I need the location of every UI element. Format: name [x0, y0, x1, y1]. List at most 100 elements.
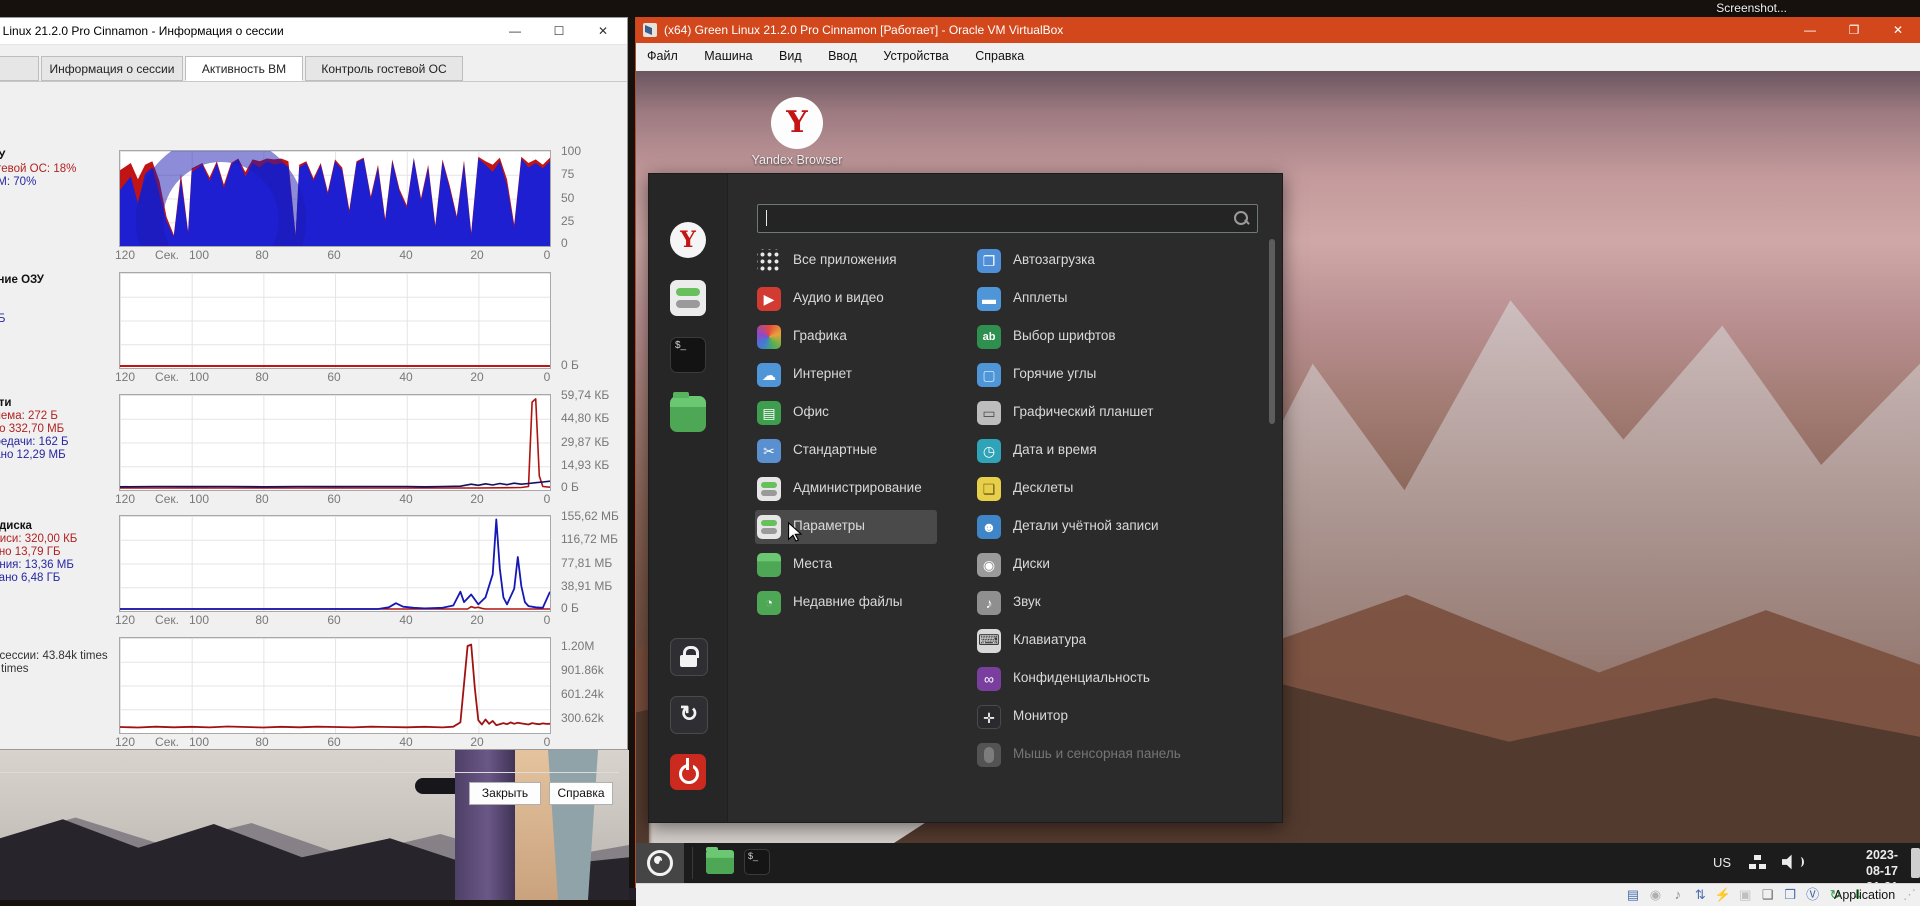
all-apps-grid-icon: [757, 249, 781, 273]
app-hot-corners[interactable]: ▢ Горячие углы: [975, 358, 1265, 392]
category-recent-files[interactable]: ◔ Недавние файлы: [755, 586, 937, 620]
audio-video-icon: ▶: [757, 287, 781, 311]
privacy-mask-icon: ∞: [977, 667, 1001, 691]
close-button[interactable]: ✕: [1876, 17, 1920, 43]
menu-help[interactable]: Справка: [964, 43, 1035, 63]
minimize-button[interactable]: —: [495, 18, 535, 44]
shared-folders-icon[interactable]: ▣: [1736, 884, 1754, 905]
show-desktop-edge[interactable]: [1911, 848, 1920, 878]
vm-titlebar[interactable]: (x64) Green Linux 21.2.0 Pro Cinnamon [Р…: [636, 17, 1920, 43]
clock-applet[interactable]: 2023-08-17 21:31: [1866, 847, 1898, 883]
cinnamon-menu-button[interactable]: [636, 843, 684, 883]
minimize-button[interactable]: —: [1788, 17, 1832, 43]
cpu-metrics-title: Загрузка ЦПУ: [0, 150, 6, 162]
office-icon: ▤: [757, 401, 781, 425]
category-internet[interactable]: ☁ Интернет: [755, 358, 937, 392]
maximize-button[interactable]: ❐: [1832, 17, 1876, 43]
tab-session-info[interactable]: Информация о сессии: [41, 56, 183, 81]
app-date-time[interactable]: ◷ Дата и время: [975, 434, 1265, 468]
category-graphics[interactable]: Графика: [755, 320, 937, 354]
category-accessories[interactable]: ✂ Стандартные: [755, 434, 937, 468]
files-icon[interactable]: [670, 392, 706, 432]
optical-disk-icon[interactable]: ◉: [1646, 884, 1664, 905]
recent-files-icon: ◔: [757, 591, 781, 615]
terminal-launcher-icon[interactable]: $_: [744, 849, 770, 875]
network-tray-icon[interactable]: [1749, 855, 1766, 870]
network-adapter-icon[interactable]: ⇅: [1691, 884, 1709, 905]
menu-view[interactable]: Вид: [768, 43, 813, 63]
vm-statusbar: ▤ ◉ ♪ ⇅ ⚡ ▣ ❑ ❒ Ⓥ ↻ ⇓ Application ⋰: [636, 883, 1920, 906]
display-icon[interactable]: ❑: [1759, 884, 1777, 905]
vm-menubar: Файл Машина Вид Ввод Устройства Справка: [636, 43, 1920, 72]
search-icon: [1234, 211, 1248, 225]
app-desklets[interactable]: ❏ Десклеты: [975, 472, 1265, 506]
sound-icon: ♪: [977, 591, 1001, 615]
system-settings-icon[interactable]: [670, 280, 706, 316]
close-dialog-button[interactable]: Закрыть: [469, 782, 541, 805]
tab-configuration[interactable]: Конфигурации: [0, 56, 39, 81]
administration-icon: [757, 477, 781, 501]
hdd-icon[interactable]: ▤: [1624, 884, 1642, 905]
close-button[interactable]: ✕: [583, 18, 623, 44]
app-sound[interactable]: ♪ Звук: [975, 586, 1265, 620]
help-button[interactable]: Справка: [549, 782, 613, 805]
host-screenshot-label: Screenshot...: [1716, 1, 1787, 15]
category-places[interactable]: Места: [755, 548, 937, 582]
tab-guest-control[interactable]: Контроль гостевой ОС: [305, 56, 463, 81]
app-monitor[interactable]: ✛ Монитор: [975, 700, 1265, 734]
terminal-icon[interactable]: $_: [670, 337, 706, 373]
app-mouse-touchpad[interactable]: Мышь и сенсорная панель: [975, 738, 1265, 772]
category-administration[interactable]: Администрирование: [755, 472, 937, 506]
hot-corners-icon: ▢: [977, 363, 1001, 387]
logout-icon[interactable]: ↻: [670, 696, 708, 734]
shutdown-icon[interactable]: [670, 754, 706, 790]
volume-tray-icon[interactable]: [1782, 854, 1792, 870]
app-autostart[interactable]: ❐ Автозагрузка: [975, 244, 1265, 278]
category-preferences[interactable]: Параметры: [755, 510, 937, 544]
start-menu-main: Все приложения ▶ Аудио и видео Графика ☁…: [727, 174, 1282, 822]
app-disks[interactable]: ◉ Диски: [975, 548, 1265, 582]
app-applets[interactable]: ▬ Апплеты: [975, 282, 1265, 316]
menu-input[interactable]: Ввод: [817, 43, 868, 63]
vm-exits-graph: [119, 637, 551, 734]
yandex-browser-icon: Y: [771, 97, 823, 149]
category-office[interactable]: ▤ Офис: [755, 396, 937, 430]
app-graphics-tablet[interactable]: ▭ Графический планшет: [975, 396, 1265, 430]
seamless-mode-icon[interactable]: ❒: [1781, 884, 1799, 905]
audio-icon[interactable]: ♪: [1669, 884, 1687, 905]
category-all-applications[interactable]: Все приложения: [755, 244, 937, 278]
monitor-icon: ✛: [977, 705, 1001, 729]
yandex-browser-icon[interactable]: Y: [670, 222, 706, 258]
category-audio-video[interactable]: ▶ Аудио и видео: [755, 282, 937, 316]
app-font-selection[interactable]: ab Выбор шрифтов: [975, 320, 1265, 354]
usb-icon[interactable]: ⚡: [1714, 884, 1732, 905]
desktop-icon-yandex-browser[interactable]: Y Yandex Browser: [732, 97, 862, 167]
tray-time: 21:31: [1866, 879, 1898, 883]
vbox-integration-icon[interactable]: Ⓥ: [1804, 884, 1822, 905]
volume-wave-icon: [1797, 857, 1804, 867]
maximize-button[interactable]: ☐: [539, 18, 579, 44]
ram-free: Свободно: 0 Б: [0, 313, 6, 325]
files-launcher-icon[interactable]: [706, 847, 734, 874]
menu-machine[interactable]: Машина: [693, 43, 763, 63]
lock-screen-icon[interactable]: [670, 638, 708, 676]
resize-grip[interactable]: ⋰: [1903, 887, 1916, 903]
network-x-axis: 120 Сек. 100 80 60 40 20 0: [114, 492, 551, 506]
virtualbox-vm-window: (x64) Green Linux 21.2.0 Pro Cinnamon [Р…: [635, 17, 1920, 906]
tab-vm-activity[interactable]: Активность ВМ: [185, 56, 303, 81]
app-keyboard[interactable]: ⌨ Клавиатура: [975, 624, 1265, 658]
session-titlebar[interactable]: Green Linux 21.2.0 Pro Cinnamon - Информ…: [0, 18, 627, 45]
menu-devices[interactable]: Устройства: [872, 43, 959, 63]
app-privacy[interactable]: ∞ Конфиденциальность: [975, 662, 1265, 696]
keyboard-layout-indicator[interactable]: US: [1713, 855, 1731, 870]
search-input[interactable]: [757, 204, 1258, 233]
disks-icon: ◉: [977, 553, 1001, 577]
mouse-cursor: [788, 521, 803, 542]
tablet-icon: ▭: [977, 401, 1001, 425]
menu-file[interactable]: Файл: [636, 43, 689, 63]
account-icon: ☻: [977, 515, 1001, 539]
menu-scrollbar[interactable]: [1269, 239, 1275, 424]
network-graph: [119, 394, 551, 491]
virtualbox-icon: [643, 23, 657, 37]
app-account-details[interactable]: ☻ Детали учётной записи: [975, 510, 1265, 544]
